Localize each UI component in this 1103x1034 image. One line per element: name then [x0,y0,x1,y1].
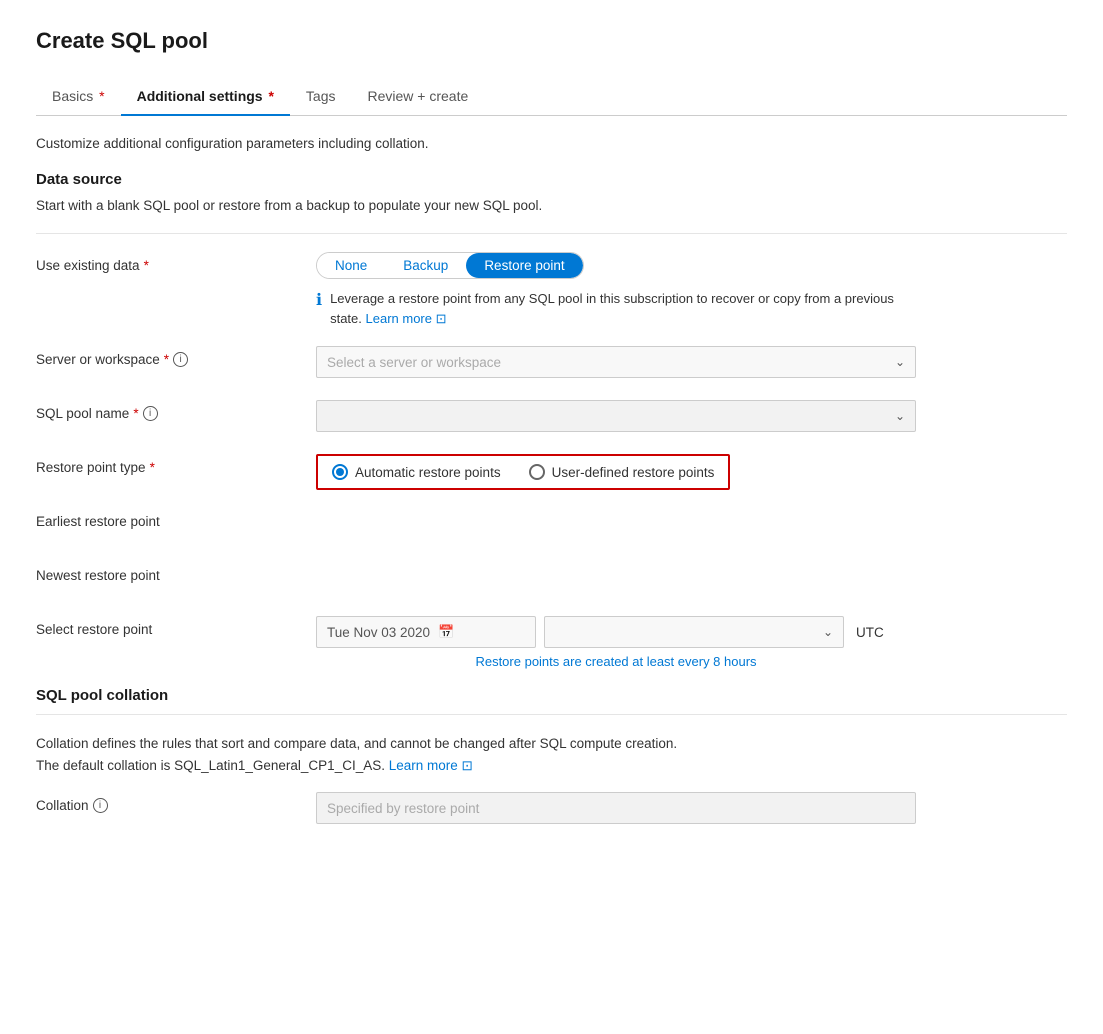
select-restore-point-control: Tue Nov 03 2020 📅 ⌄ UTC Restore points a… [316,616,1067,669]
restore-point-type-row: Restore point type * Automatic restore p… [36,454,1067,490]
time-select[interactable]: ⌄ [544,616,844,648]
server-workspace-row: Server or workspace * i Select a server … [36,346,1067,382]
server-workspace-control: Select a server or workspace ⌄ [316,346,1067,378]
section-description: Customize additional configuration param… [36,136,1067,151]
data-source-title: Data source [36,171,1067,188]
toggle-none[interactable]: None [317,253,385,278]
server-workspace-select[interactable]: Select a server or workspace ⌄ [316,346,916,378]
info-icon: ℹ [316,290,322,328]
restore-point-type-radio-group: Automatic restore points User-defined re… [316,454,730,490]
select-restore-point-row: Select restore point Tue Nov 03 2020 📅 ⌄… [36,616,1067,669]
tab-review-create[interactable]: Review + create [352,78,485,116]
restore-hint: Restore points are created at least ever… [316,654,916,669]
chevron-down-icon: ⌄ [823,625,833,639]
info-box: ℹ Leverage a restore point from any SQL … [316,289,916,328]
radio-user-defined-circle [529,464,545,480]
chevron-down-icon: ⌄ [895,409,905,423]
sql-pool-name-info-icon[interactable]: i [143,406,158,421]
collation-section-title: SQL pool collation [36,687,1067,704]
collation-description: Collation defines the rules that sort an… [36,733,1067,776]
date-input[interactable]: Tue Nov 03 2020 📅 [316,616,536,648]
toggle-backup[interactable]: Backup [385,253,466,278]
tab-tags[interactable]: Tags [290,78,352,116]
page-title: Create SQL pool [36,28,1067,54]
radio-user-defined[interactable]: User-defined restore points [529,464,715,480]
select-restore-point-label: Select restore point [36,616,316,637]
earliest-restore-point-row: Earliest restore point [36,508,1067,544]
use-existing-data-label: Use existing data * [36,252,316,273]
earliest-restore-point-label: Earliest restore point [36,508,316,529]
calendar-icon[interactable]: 📅 [438,624,454,640]
use-existing-data-row: Use existing data * None Backup Restore … [36,252,1067,328]
external-link-icon: ⊡ [462,758,473,773]
collation-label: Collation i [36,792,316,813]
newest-restore-point-label: Newest restore point [36,562,316,583]
external-link-icon: ⊡ [436,311,447,326]
server-workspace-info-icon[interactable]: i [173,352,188,367]
sql-pool-name-control: ⌄ [316,400,1067,432]
restore-point-type-control: Automatic restore points User-defined re… [316,454,1067,490]
restore-point-type-label: Restore point type * [36,454,316,475]
learn-more-link[interactable]: Learn more ⊡ [366,311,447,326]
server-workspace-label: Server or workspace * i [36,346,316,367]
collation-section: SQL pool collation Collation defines the… [36,687,1067,828]
info-text: Leverage a restore point from any SQL po… [330,289,916,328]
toggle-group: None Backup Restore point [316,252,584,279]
chevron-down-icon: ⌄ [895,355,905,369]
utc-label: UTC [856,625,884,640]
sql-pool-name-label: SQL pool name * i [36,400,316,421]
collation-row: Collation i Specified by restore point [36,792,1067,828]
radio-automatic[interactable]: Automatic restore points [332,464,501,480]
collation-learn-more-link[interactable]: Learn more ⊡ [389,758,473,773]
collation-info-icon[interactable]: i [93,798,108,813]
sql-pool-name-row: SQL pool name * i ⌄ [36,400,1067,436]
data-source-subtitle: Start with a blank SQL pool or restore f… [36,198,1067,213]
tab-additional-settings[interactable]: Additional settings * [121,78,290,116]
toggle-restore-point[interactable]: Restore point [466,253,582,278]
use-existing-data-control: None Backup Restore point ℹ Leverage a r… [316,252,1067,328]
sql-pool-name-select[interactable]: ⌄ [316,400,916,432]
tab-basics[interactable]: Basics * [36,78,121,116]
tabs-nav: Basics * Additional settings * Tags Revi… [36,78,1067,116]
collation-input: Specified by restore point [316,792,916,824]
date-picker-row: Tue Nov 03 2020 📅 ⌄ UTC [316,616,996,648]
radio-automatic-circle [332,464,348,480]
collation-control: Specified by restore point [316,792,1067,824]
newest-restore-point-row: Newest restore point [36,562,1067,598]
